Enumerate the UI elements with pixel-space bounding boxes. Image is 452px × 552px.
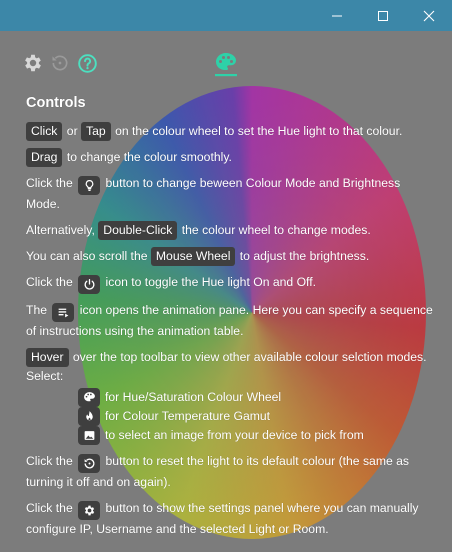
- help-mode: Click the button to change beween Colour…: [26, 174, 436, 214]
- help-panel: Controls Click or Tap on the colour whee…: [26, 94, 436, 546]
- key-mouse-wheel: Mouse Wheel: [150, 247, 236, 266]
- help-text: icon to toggle the Hue light On and Off.: [105, 275, 316, 289]
- help-text: for Colour Temperature Gamut: [105, 409, 271, 423]
- history-icon: [52, 55, 68, 71]
- power-icon: [78, 275, 101, 294]
- list-item: for Hue/Saturation Colour Wheel: [76, 388, 436, 407]
- help-text: Click the: [26, 176, 73, 190]
- gear-icon: [25, 54, 41, 72]
- palette-icon: [215, 53, 237, 77]
- list-item: to select an image from your device to p…: [76, 426, 436, 445]
- help-text: Click the: [26, 275, 73, 289]
- close-button[interactable]: [406, 0, 452, 31]
- lightbulb-icon: [78, 176, 101, 195]
- help-text: Click the: [26, 454, 73, 468]
- mode-list: for Hue/Saturation Colour Wheel for Colo…: [26, 388, 436, 445]
- maximize-button[interactable]: [360, 0, 406, 31]
- help-text: to select an image from your device to p…: [105, 428, 364, 442]
- help-icon: [77, 53, 97, 73]
- colour-wheel-mode-button[interactable]: [214, 51, 238, 77]
- help-text: or: [66, 124, 78, 138]
- minimize-icon: [332, 15, 342, 16]
- history-button[interactable]: [49, 52, 71, 74]
- help-text: You can also scroll the: [26, 249, 148, 263]
- help-hover: Hover over the top toolbar to view other…: [26, 348, 436, 386]
- help-drag: Drag to change the colour smoothly.: [26, 148, 436, 167]
- key-drag: Drag: [26, 148, 63, 167]
- help-text: to adjust the brightness.: [239, 249, 370, 263]
- history-icon: [78, 454, 101, 473]
- list-item: for Colour Temperature Gamut: [76, 407, 436, 426]
- help-text: icon opens the animation pane. Here you …: [26, 303, 433, 338]
- help-reset: Click the button to reset the light to i…: [26, 452, 436, 492]
- toolbar: [0, 31, 452, 86]
- flame-icon: [78, 407, 100, 426]
- close-icon: [423, 10, 435, 21]
- help-animation: The icon opens the animation pane. Here …: [26, 301, 436, 341]
- help-heading: Controls: [26, 95, 86, 111]
- help-power: Click the icon to toggle the Hue light O…: [26, 273, 436, 294]
- help-click-tap: Click or Tap on the colour wheel to set …: [26, 122, 436, 141]
- help-text: Alternatively,: [26, 223, 95, 237]
- help-text: Click the: [26, 501, 73, 515]
- gear-icon: [78, 501, 101, 520]
- image-icon: [78, 426, 100, 445]
- key-tap: Tap: [81, 122, 111, 141]
- settings-button[interactable]: [22, 52, 44, 74]
- help-settings: Click the button to show the settings pa…: [26, 499, 436, 539]
- key-click: Click: [26, 122, 63, 141]
- help-text: for Hue/Saturation Colour Wheel: [105, 390, 282, 404]
- minimize-button[interactable]: [314, 0, 360, 31]
- help-button[interactable]: [76, 52, 98, 74]
- title-bar: [0, 0, 452, 31]
- help-text: The: [26, 303, 48, 317]
- palette-icon: [78, 388, 100, 407]
- help-mouse-wheel: You can also scroll the Mouse Wheel to a…: [26, 247, 436, 266]
- key-hover: Hover: [26, 348, 69, 367]
- help-text: on the colour wheel to set the Hue light…: [115, 124, 403, 138]
- playlist-icon: [52, 303, 75, 322]
- maximize-icon: [378, 10, 388, 21]
- help-text: over the top toolbar to view other avail…: [26, 350, 427, 383]
- help-text: to change the colour smoothly.: [66, 150, 232, 164]
- help-double-click: Alternatively, Double-Click the colour w…: [26, 221, 436, 240]
- help-text: the colour wheel to change modes.: [181, 223, 371, 237]
- key-double-click: Double-Click: [98, 221, 178, 240]
